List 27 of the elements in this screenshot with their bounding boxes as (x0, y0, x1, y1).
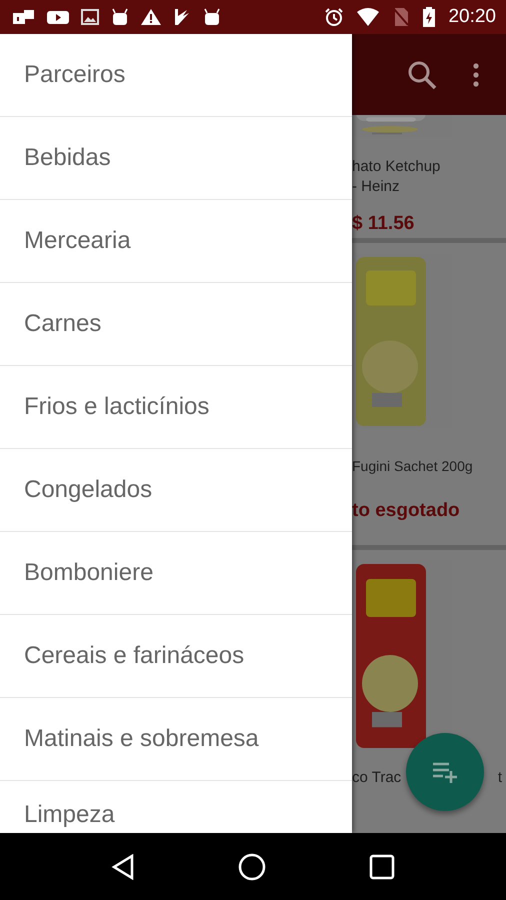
product-price: $ 11.56 (352, 213, 416, 235)
recents-icon[interactable] (368, 854, 395, 880)
back-icon[interactable] (111, 854, 136, 880)
search-icon[interactable] (406, 58, 438, 90)
more-icon[interactable] (472, 62, 480, 88)
notification-icon (12, 9, 36, 25)
warning-icon (140, 8, 162, 26)
product-name: Fugini Sachet 200g (352, 457, 474, 476)
image-icon (80, 8, 100, 26)
product-name: hato Ketchup (352, 157, 442, 177)
clock: 20:20 (448, 6, 496, 28)
play-icon (46, 9, 70, 25)
home-icon[interactable] (238, 852, 266, 880)
product-card[interactable]: hato Ketchup - Heinz $ 11.56 (352, 115, 506, 238)
product-card[interactable]: Fugini Sachet 200g to esgotado (352, 243, 506, 545)
playlist-add-icon (431, 761, 459, 783)
robot-icon (110, 8, 130, 26)
wifi-icon (356, 7, 380, 27)
product-name: - Heinz (352, 177, 401, 197)
sim-icon (392, 7, 410, 27)
product-price: to esgotado (352, 500, 461, 522)
product-name: co Trac (352, 768, 402, 788)
robot-icon (202, 8, 222, 26)
battery-icon (422, 6, 436, 28)
drawer-item[interactable]: Limpeza (0, 781, 352, 833)
alarm-icon (324, 7, 344, 27)
product-name: t (498, 768, 502, 788)
